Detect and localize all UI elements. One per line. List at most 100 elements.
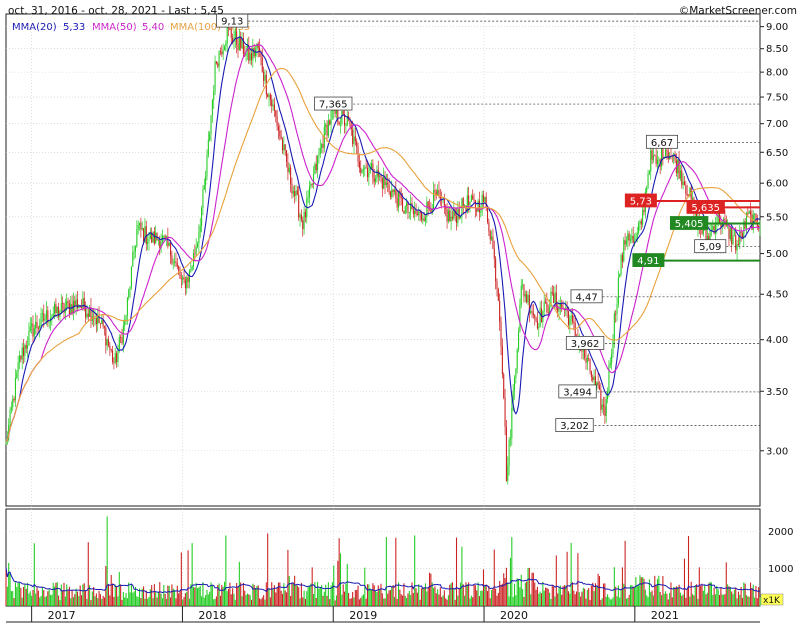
candle-body: [44, 319, 46, 321]
candle-body: [326, 124, 328, 136]
volume-bar: [74, 594, 76, 606]
price-tick-label: 4.50: [766, 290, 788, 301]
candle-body: [95, 318, 97, 324]
volume-bar: [205, 595, 207, 606]
candle-body: [647, 173, 649, 188]
candle-body: [480, 211, 482, 213]
candle-body: [153, 231, 155, 244]
volume-bar: [268, 588, 270, 606]
volume-bar: [585, 598, 587, 606]
volume-bar: [249, 595, 251, 606]
candle-body: [210, 115, 212, 134]
candle-body: [543, 301, 545, 312]
volume-bar: [186, 591, 188, 606]
volume-bar: [438, 594, 440, 606]
candle-body: [402, 198, 404, 211]
volume-bar: [237, 586, 239, 606]
candle-body: [196, 243, 199, 247]
volume-bar: [67, 590, 69, 606]
volume-bar: [654, 575, 656, 606]
candle-body: [391, 189, 393, 197]
volume-bar: [491, 590, 493, 606]
volume-bar: [612, 597, 614, 606]
candle-body: [28, 331, 30, 346]
candle-body: [264, 74, 266, 81]
candle-body: [306, 198, 308, 218]
candle-body: [275, 110, 277, 117]
volume-bar: [635, 577, 637, 606]
volume-bar: [203, 597, 205, 606]
volume-bar: [170, 597, 172, 606]
candle-body: [138, 222, 141, 226]
candle-body: [102, 320, 104, 327]
volume-bar: [454, 599, 456, 606]
volume-bar: [85, 591, 87, 606]
candle-body: [213, 91, 215, 101]
volume-bar: [199, 585, 201, 606]
candle-body: [311, 184, 313, 185]
volume-bar: [457, 595, 459, 606]
volume-bar: [721, 594, 723, 606]
volume-bar: [642, 577, 644, 606]
volume-bar: [232, 588, 234, 606]
level-label: 6,67: [651, 138, 673, 149]
volume-bar: [427, 587, 429, 606]
candle-body: [147, 241, 149, 244]
price-tick-label: 3.50: [766, 387, 788, 398]
volume-bar: [539, 591, 541, 606]
candle-body: [654, 155, 656, 157]
volume-bar: [466, 584, 468, 606]
candle-body: [643, 210, 645, 212]
volume-bar: [673, 586, 675, 606]
candle-body: [470, 195, 472, 202]
candle-body: [515, 369, 517, 379]
candle-body: [636, 232, 638, 239]
candle-body: [171, 255, 173, 264]
candle-body: [648, 171, 650, 174]
candle-body: [54, 303, 56, 314]
volume-bar: [625, 598, 628, 606]
volume-bar: [66, 584, 68, 606]
candle-body: [685, 185, 687, 194]
volume-bar: [675, 586, 677, 606]
candle-body: [547, 312, 549, 313]
volume-bar: [569, 593, 571, 606]
candle-body: [601, 404, 603, 410]
volume-bar: [265, 582, 267, 606]
volume-bar: [743, 582, 745, 606]
volume-bar: [600, 599, 602, 606]
candle-body: [12, 398, 14, 408]
volume-bar: [287, 549, 289, 606]
volume-bar: [250, 599, 253, 606]
volume-bar: [49, 594, 52, 606]
volume-bar: [536, 586, 538, 606]
price-tick-label: 8.00: [766, 68, 788, 79]
volume-bar: [573, 590, 575, 606]
volume-bar: [334, 600, 336, 606]
volume-bar: [20, 587, 22, 606]
candle-body: [29, 326, 31, 332]
candle-body: [380, 175, 382, 179]
candle-body: [660, 146, 663, 167]
volume-bar: [741, 597, 744, 606]
candle-body: [358, 161, 360, 168]
volume-bar: [260, 599, 262, 606]
volume-bar: [555, 555, 557, 606]
volume-bar: [263, 595, 265, 606]
volume-bar: [530, 594, 532, 606]
volume-bar: [117, 596, 119, 606]
candle-body: [586, 358, 588, 363]
price-tick-label: 6.00: [766, 179, 788, 190]
candle-body: [495, 258, 497, 282]
volume-bar: [419, 599, 421, 606]
volume-bar: [636, 585, 638, 606]
volume-bar: [267, 533, 269, 606]
volume-bar: [683, 558, 686, 606]
volume-bar: [736, 598, 738, 606]
candle-body: [605, 399, 607, 416]
candle-body: [205, 176, 207, 186]
candle-body: [553, 293, 555, 303]
volume-bar: [558, 587, 560, 606]
volume-bar: [31, 595, 33, 606]
candle-body: [183, 277, 185, 280]
